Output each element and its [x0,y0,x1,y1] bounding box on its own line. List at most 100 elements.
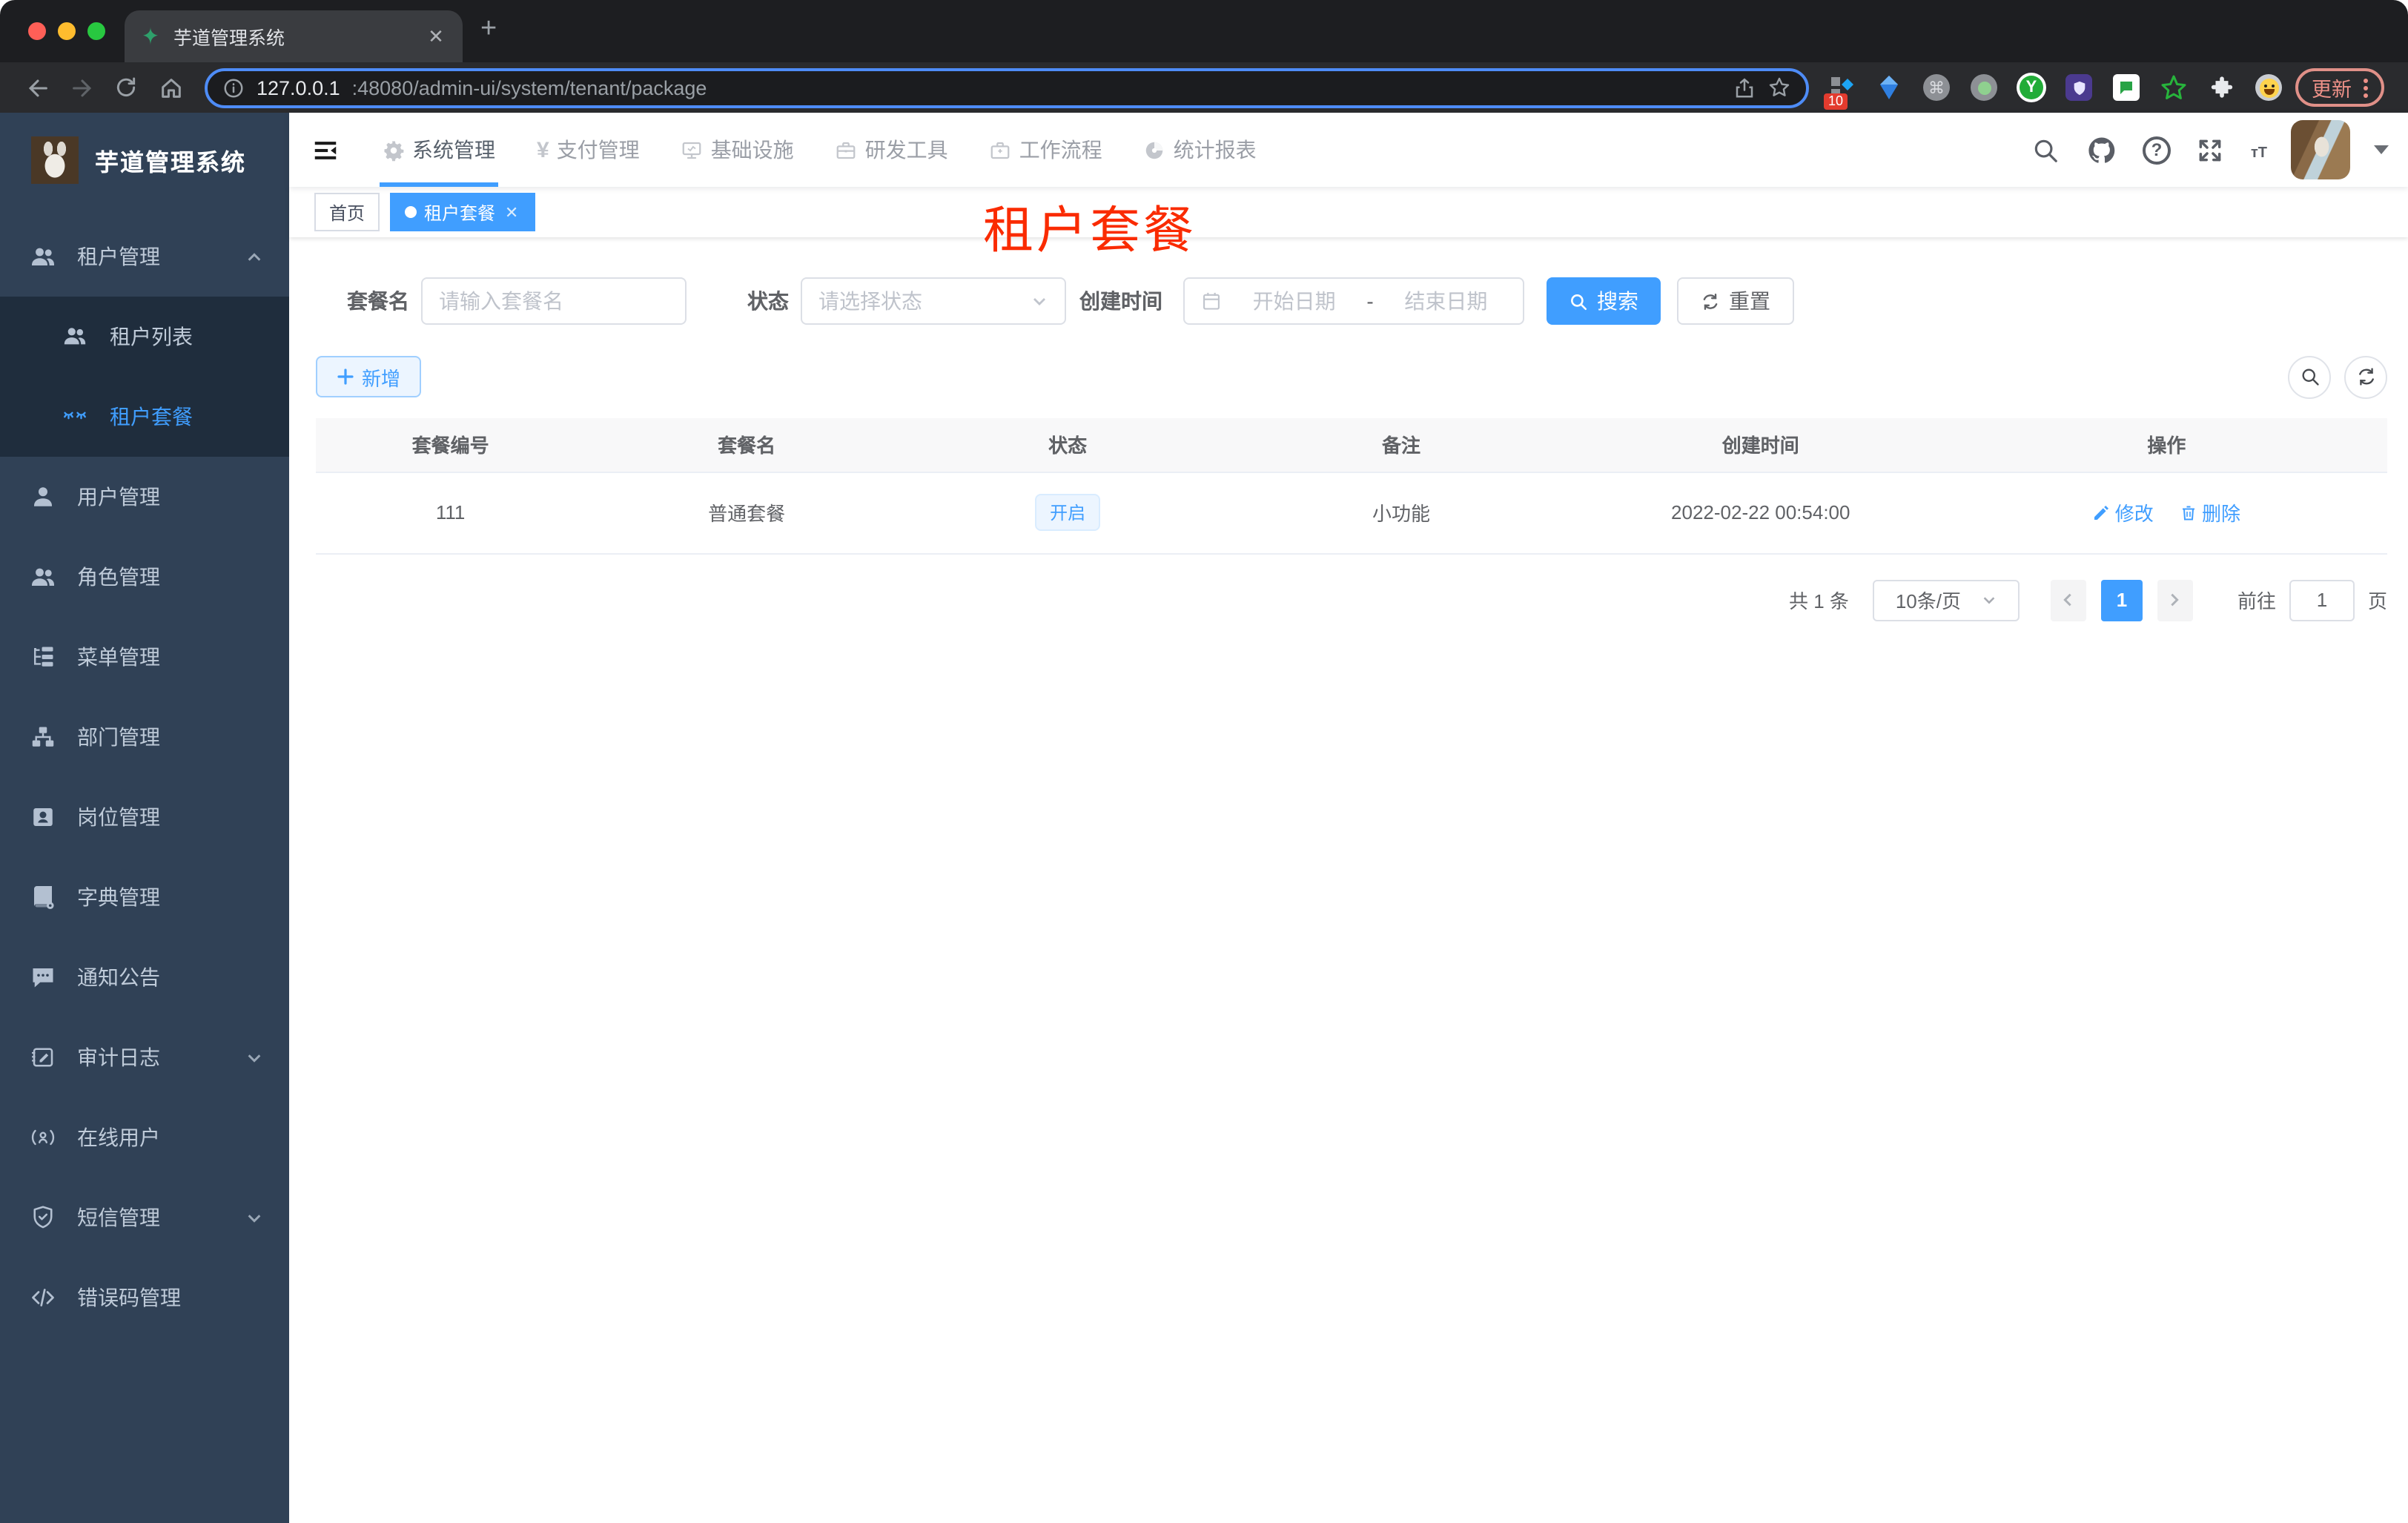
sidebar-item-online-users[interactable]: 在线用户 [0,1097,289,1177]
extension-y-circle-icon[interactable]: Y [2017,73,2046,102]
gear-icon [383,139,405,161]
close-window-button[interactable] [28,22,46,40]
extension-drop-icon[interactable] [1874,73,1904,102]
prev-page-button[interactable] [2050,579,2086,621]
edit-link-label: 修改 [2114,503,2154,525]
extension-emoji-icon[interactable] [2254,73,2283,102]
tag-home[interactable]: 首页 [314,193,380,231]
browser-menu-icon[interactable] [2364,78,2368,97]
search-button[interactable]: 搜索 [1547,277,1661,325]
tab-close-icon[interactable]: ✕ [424,24,448,48]
site-info-icon[interactable] [222,76,245,99]
extension-chat-icon[interactable] [2111,73,2141,102]
extension-shield-icon[interactable] [2064,73,2094,102]
show-search-button[interactable] [2288,355,2331,398]
add-button-label: 新增 [362,367,401,389]
extension-dot-icon[interactable] [1969,73,1999,102]
github-icon[interactable] [2086,133,2119,166]
add-button[interactable]: 新增 [316,356,422,397]
page-red-title: 租户套餐 [983,203,1197,260]
reload-icon[interactable] [108,70,144,105]
sidebar-item-tenant-package[interactable]: 租户套餐 [0,377,289,457]
user-avatar[interactable] [2291,120,2350,179]
user-icon [30,483,56,510]
extension-command-icon[interactable]: ⌘ [1922,73,1951,102]
fullscreen-icon[interactable] [2194,133,2227,166]
tag-tenant-package[interactable]: 租户套餐 ✕ [390,193,536,231]
sidebar-item-label: 在线用户 [77,1126,160,1149]
nav-item-reports[interactable]: 统计报表 [1144,113,1257,187]
tag-close-icon[interactable]: ✕ [503,202,520,222]
tab-title: 芋道管理系统 [173,28,285,49]
nav-item-devtools[interactable]: 研发工具 [836,113,948,187]
page-size-select[interactable]: 10条/页 [1872,579,2020,621]
font-size-icon[interactable]: тT [2251,137,2267,162]
nav-item-system[interactable]: 系统管理 [380,113,498,187]
minimize-window-button[interactable] [58,22,76,40]
create-time-label: 创建时间 [1079,289,1162,313]
zoom-window-button[interactable] [87,22,105,40]
forward-icon[interactable] [64,70,99,105]
share-icon[interactable] [1733,76,1756,99]
goto-page-input[interactable] [2289,579,2355,621]
home-icon[interactable] [153,70,188,105]
delete-link[interactable]: 删除 [2180,498,2240,526]
sidebar-collapse-icon[interactable] [311,136,340,164]
browser-update-button[interactable]: 更新 [2295,68,2384,107]
app-title: 芋道管理系统 [95,151,247,176]
sidebar-item-tenant-list[interactable]: 租户列表 [0,297,289,377]
back-icon[interactable] [19,70,55,105]
sidebar-item-dept-management[interactable]: 部门管理 [0,697,289,777]
sidebar-item-notice[interactable]: 通知公告 [0,937,289,1017]
refresh-icon [2358,368,2373,386]
sidebar-item-sms-management[interactable]: 短信管理 [0,1177,289,1258]
current-page-button[interactable]: 1 [2100,579,2143,621]
nav-item-payment[interactable]: ¥ 支付管理 [537,113,640,187]
sidebar-item-dict-management[interactable]: 字典管理 [0,857,289,937]
users-icon [30,243,56,270]
search-icon[interactable] [2030,133,2063,166]
goto-group: 前往 页 [2237,579,2387,621]
help-icon[interactable]: ? [2142,136,2171,164]
sidebar-item-menu-management[interactable]: 菜单管理 [0,617,289,697]
extension-star-icon[interactable] [2159,73,2189,102]
reset-button[interactable]: 重置 [1677,277,1794,325]
avatar-caret-icon[interactable] [2374,145,2389,162]
table-toolbar: 新增 [316,355,2387,398]
monitor-icon [681,139,704,161]
bookmark-star-icon[interactable] [1767,76,1791,99]
refresh-table-button[interactable] [2344,355,2387,398]
browser-tab[interactable]: 芋道管理系统 ✕ [125,10,463,62]
sidebar-item-label: 岗位管理 [77,805,160,829]
date-separator: - [1366,289,1374,313]
package-name-input[interactable] [439,289,669,313]
edit-square-icon [30,1044,56,1071]
dashboard-icon [1144,139,1166,161]
browser-toolbar: 127.0.0.1:48080/admin-ui/system/tenant/p… [0,62,2408,113]
shield-check-icon [30,1204,56,1231]
date-range-picker[interactable]: 开始日期 - 结束日期 [1183,277,1524,325]
url-bar[interactable]: 127.0.0.1:48080/admin-ui/system/tenant/p… [205,67,1809,108]
col-remark: 备注 [1227,418,1575,472]
sidebar-item-audit-log[interactable]: 审计日志 [0,1017,289,1097]
sidebar-item-tenant-management[interactable]: 租户管理 [0,217,289,297]
extension-grid-icon[interactable]: 10 [1824,73,1856,110]
edit-link[interactable]: 修改 [2093,498,2154,526]
tag-label: 租户套餐 [424,202,496,223]
next-page-button[interactable] [2157,579,2193,621]
sidebar-item-label: 租户套餐 [110,405,193,429]
sidebar-item-role-management[interactable]: 角色管理 [0,537,289,617]
chevron-down-icon [246,1209,262,1226]
sidebar-item-post-management[interactable]: 岗位管理 [0,777,289,857]
status-select[interactable]: 请选择状态 [801,277,1066,325]
status-badge[interactable]: 开启 [1035,494,1101,531]
app-logo[interactable]: 芋道管理系统 [0,122,289,199]
cell-created-at: 2022-02-22 00:54:00 [1575,472,1946,554]
new-tab-button[interactable]: + [480,15,497,43]
nav-item-workflow[interactable]: 工作流程 [990,113,1102,187]
extensions-puzzle-icon[interactable] [2206,73,2236,102]
sidebar-item-label: 菜单管理 [77,645,160,669]
nav-item-infra[interactable]: 基础设施 [681,113,794,187]
sidebar-item-error-code[interactable]: 错误码管理 [0,1258,289,1338]
sidebar-item-user-management[interactable]: 用户管理 [0,457,289,537]
